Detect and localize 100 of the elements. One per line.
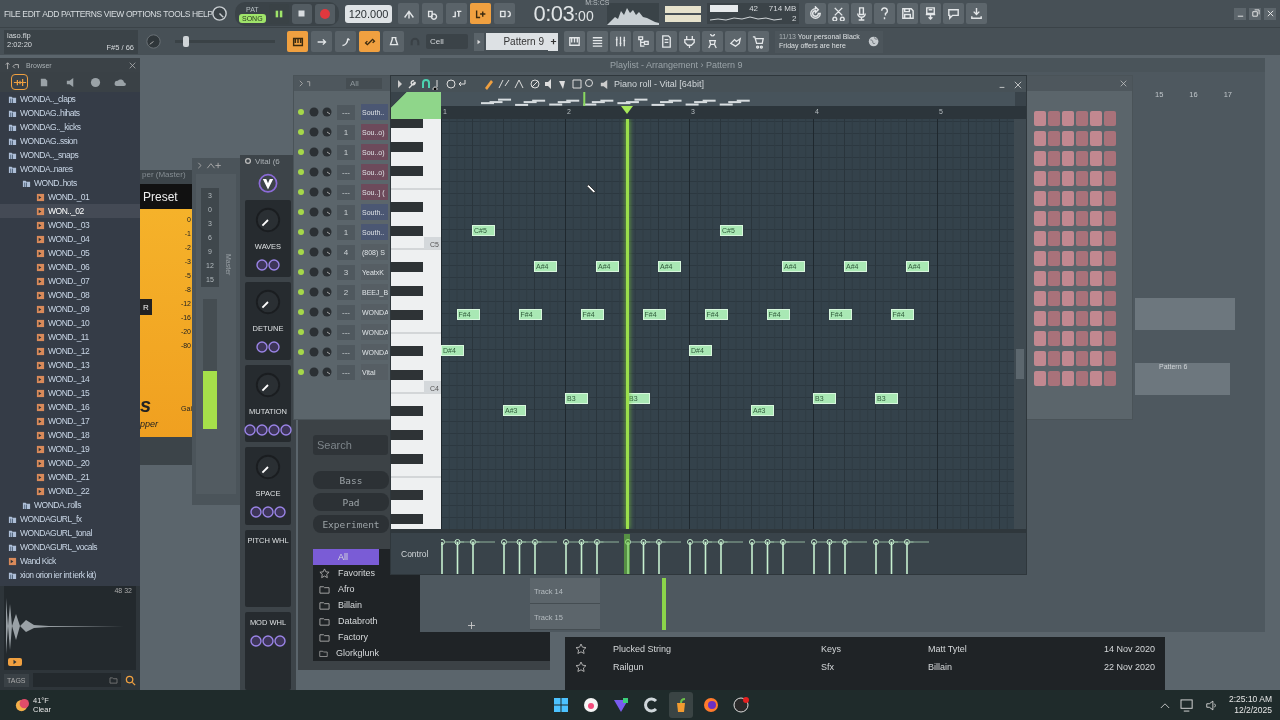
tempo-field[interactable]: 120.000	[344, 4, 393, 23]
snap-dropdown[interactable]: Cell	[426, 34, 468, 49]
chevron-up-icon[interactable]	[1160, 701, 1170, 709]
step-button[interactable]	[1062, 311, 1074, 326]
menu-item[interactable]: EDIT	[22, 8, 41, 19]
step-button[interactable]	[1090, 291, 1102, 306]
step-button[interactable]	[1034, 111, 1046, 126]
browser-item[interactable]: WOND.._10	[0, 316, 140, 330]
browser-item[interactable]: WOND.._06	[0, 260, 140, 274]
volume-knob[interactable]	[322, 147, 332, 157]
channel-led[interactable]	[298, 289, 304, 295]
browser-item[interactable]: WOND..hots	[0, 176, 140, 190]
browser-item[interactable]: WOND.._21	[0, 470, 140, 484]
browser-item[interactable]: xion orion ier int ierk kit)	[0, 568, 140, 582]
minimize-icon[interactable]	[1234, 7, 1246, 20]
folder-item[interactable]: Favorites	[313, 565, 379, 581]
add-icon[interactable]	[468, 622, 475, 629]
search-field[interactable]: Search	[313, 435, 388, 455]
step-button[interactable]	[1062, 191, 1074, 206]
mixer-track-field[interactable]: ---	[337, 104, 355, 120]
step-button[interactable]	[1062, 151, 1074, 166]
master-pitch-slider[interactable]	[183, 36, 189, 47]
browser-item[interactable]: WONDAG..ssion	[0, 134, 140, 148]
volume-knob[interactable]	[322, 187, 332, 197]
channel-led[interactable]	[298, 169, 304, 175]
step-button[interactable]	[1034, 331, 1046, 346]
browser-item[interactable]: WONDA..nares	[0, 162, 140, 176]
volume-icon[interactable]	[1205, 698, 1219, 712]
browser-item[interactable]: WOND.._12	[0, 344, 140, 358]
mixer-track-field[interactable]: 2	[337, 284, 355, 300]
browser-item[interactable]: WOND.._03	[0, 218, 140, 232]
step-button[interactable]	[1062, 271, 1074, 286]
channel-led[interactable]	[298, 209, 304, 215]
add-pattern-button[interactable]	[548, 32, 558, 51]
step-button[interactable]	[1062, 211, 1074, 226]
step-button[interactable]	[1090, 111, 1102, 126]
volume-knob[interactable]	[322, 367, 332, 377]
browser-item[interactable]: WOND.._05	[0, 246, 140, 260]
vertical-scrollbar[interactable]	[1014, 119, 1026, 529]
browser-button[interactable]	[633, 31, 654, 52]
volume-knob[interactable]	[322, 307, 332, 317]
browser-item[interactable]: WOND.._19	[0, 442, 140, 456]
browser-item[interactable]: WONDAGURL_fx	[0, 512, 140, 526]
step-button[interactable]	[1090, 191, 1102, 206]
step-button[interactable]	[1034, 231, 1046, 246]
stop-button[interactable]	[291, 3, 312, 24]
network-icon[interactable]	[1180, 698, 1195, 712]
files-button[interactable]	[656, 31, 677, 52]
mixer-track-field[interactable]: ---	[337, 304, 355, 320]
style-filter-button[interactable]: Bass	[313, 471, 389, 489]
toolbar-toggle[interactable]	[383, 31, 404, 52]
browser-item[interactable]: WONDAGURL_tonal	[0, 526, 140, 540]
volume-knob[interactable]	[322, 127, 332, 137]
mixer-track-field[interactable]: ---	[337, 344, 355, 360]
step-button[interactable]	[1034, 171, 1046, 186]
step-button[interactable]	[1090, 131, 1102, 146]
channel-led[interactable]	[298, 249, 304, 255]
mixer-track-field[interactable]: 1	[337, 124, 355, 140]
browser-item[interactable]: WOND.._20	[0, 456, 140, 470]
step-button[interactable]	[1090, 151, 1102, 166]
channel-led[interactable]	[298, 189, 304, 195]
channel-led[interactable]	[298, 229, 304, 235]
step-button[interactable]	[1090, 171, 1102, 186]
browser-item[interactable]: WOND.._22	[0, 484, 140, 498]
mixer-track-field[interactable]: 1	[337, 204, 355, 220]
toolbar-toggle[interactable]	[311, 31, 332, 52]
mixer-track-field[interactable]: 1	[337, 224, 355, 240]
plug-button[interactable]	[679, 31, 700, 52]
toolbar-toggle[interactable]	[287, 31, 308, 52]
browser-item[interactable]: WOND.._07	[0, 274, 140, 288]
folder-item[interactable]: Glorkglunk	[313, 645, 379, 661]
menu-item[interactable]: TOOLS	[163, 8, 191, 19]
style-filter-button[interactable]: Experiment	[313, 515, 389, 533]
mixer-button[interactable]	[610, 31, 631, 52]
step-button[interactable]	[1034, 151, 1046, 166]
mixer-track-field[interactable]: ---	[337, 184, 355, 200]
step-button[interactable]	[1062, 131, 1074, 146]
menu-item[interactable]: VIEW	[103, 8, 124, 19]
pattern-selector[interactable]: Pattern 9	[486, 33, 548, 50]
mixer-track-field[interactable]: ---	[337, 164, 355, 180]
search-icon[interactable]	[125, 674, 136, 686]
step-button[interactable]	[1090, 311, 1102, 326]
step-button[interactable]	[1062, 331, 1074, 346]
browser-item[interactable]: WOND.._16	[0, 400, 140, 414]
channel-led[interactable]	[298, 369, 304, 375]
channel-led[interactable]	[298, 269, 304, 275]
channel-led[interactable]	[298, 349, 304, 355]
folder-item[interactable]: Billain	[313, 597, 379, 613]
step-button[interactable]	[1062, 231, 1074, 246]
menu-item[interactable]: PATTERNS	[60, 8, 102, 19]
folder-icon[interactable]	[109, 676, 118, 684]
style-filter-button[interactable]: Pad	[313, 493, 389, 511]
step-button[interactable]	[1034, 291, 1046, 306]
menu-item[interactable]: ADD	[42, 8, 59, 19]
step-button[interactable]	[1034, 211, 1046, 226]
plugin-button[interactable]: R	[140, 299, 152, 315]
scissors-button[interactable]	[828, 3, 850, 24]
toolbar-toggle[interactable]	[359, 31, 380, 52]
download-button[interactable]	[966, 3, 988, 24]
channel-led[interactable]	[298, 109, 304, 115]
